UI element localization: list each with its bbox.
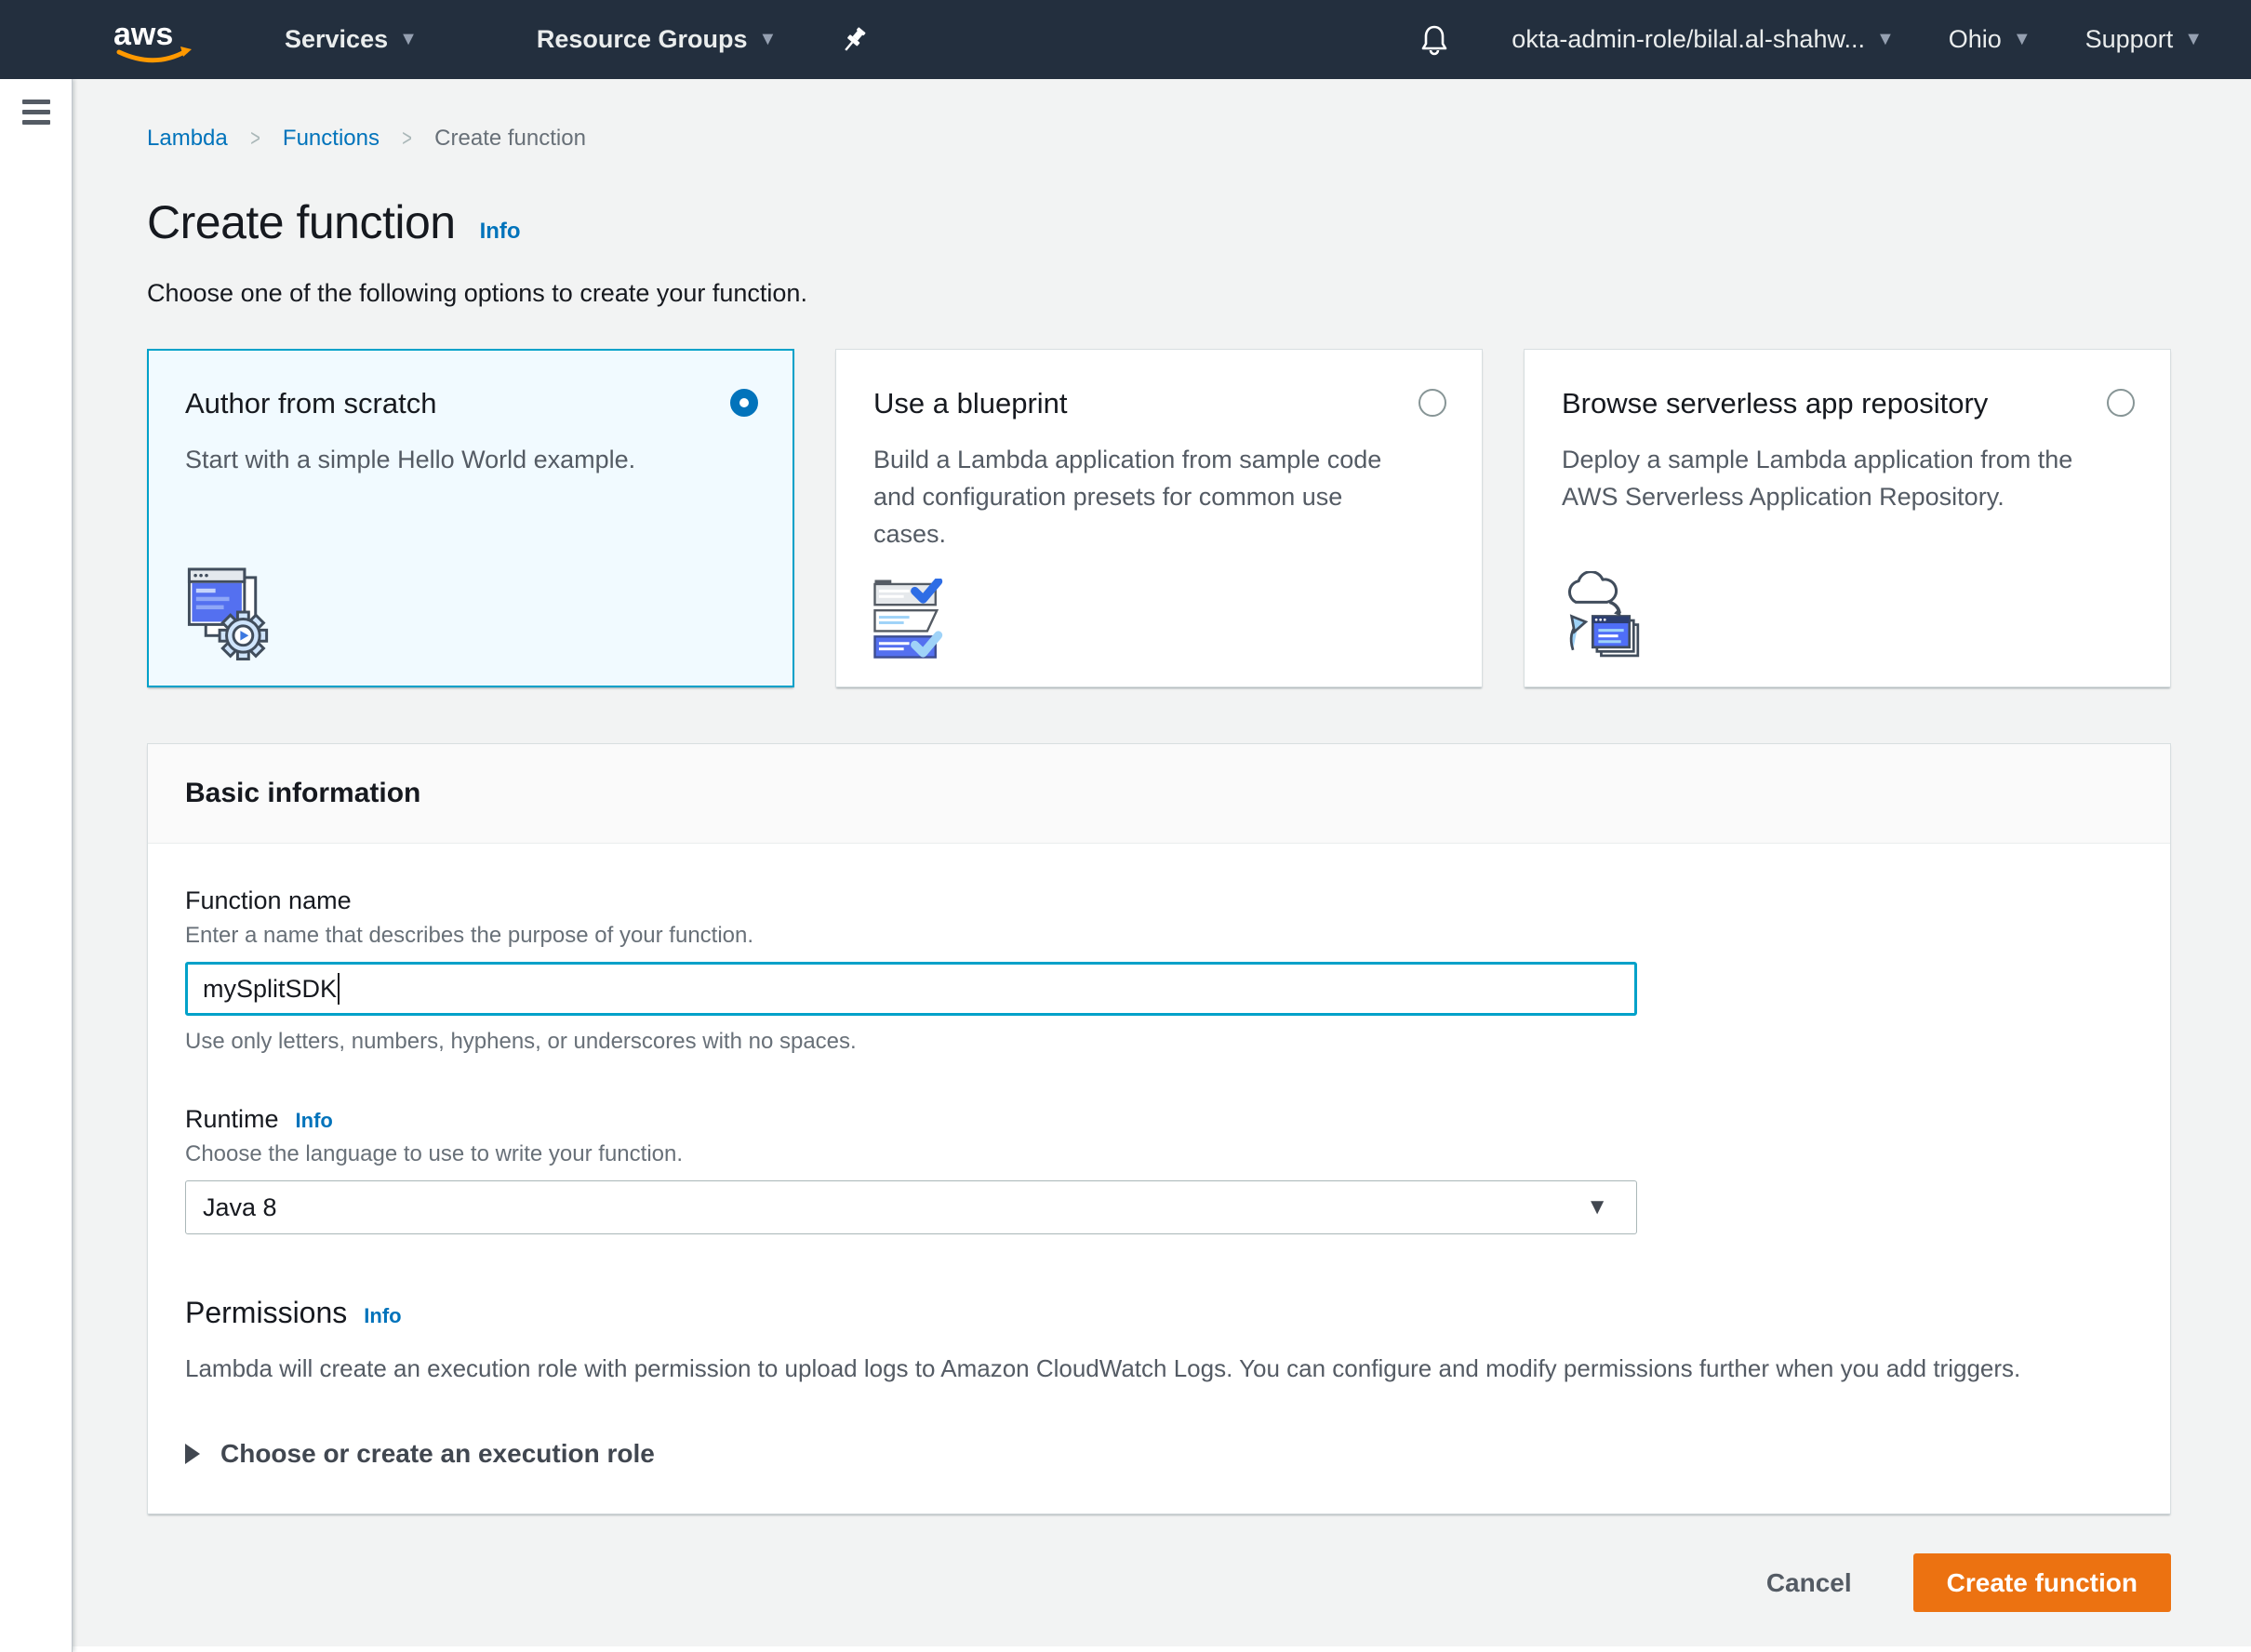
panel-title: Basic information (185, 778, 2133, 809)
card-browse-serverless-app-repository[interactable]: Browse serverless app repository Deploy … (1524, 349, 2171, 687)
page-subtitle: Choose one of the following options to c… (147, 279, 2171, 308)
permissions-description: Lambda will create an execution role wit… (185, 1354, 2133, 1383)
nav-account-menu[interactable]: okta-admin-role/bilal.al-shahw... ▼ (1512, 25, 1894, 54)
permissions-info-link[interactable]: Info (364, 1304, 401, 1328)
panel-header: Basic information (148, 744, 2170, 844)
text-cursor (338, 973, 340, 1005)
function-name-value: mySplitSDK (203, 975, 337, 1004)
nav-right-group: okta-admin-role/bilal.al-shahw... ▼ Ohio… (1419, 23, 2203, 57)
expander-arrow-icon (185, 1444, 200, 1464)
radio-author-from-scratch[interactable] (730, 389, 758, 417)
page-title: Create function (147, 195, 456, 249)
nav-support-label: Support (2085, 25, 2174, 54)
radio-browse-serverless-app-repository[interactable] (2107, 389, 2135, 417)
runtime-info-link[interactable]: Info (296, 1109, 333, 1133)
breadcrumb-lambda[interactable]: Lambda (147, 126, 228, 152)
aws-logo-icon[interactable]: aws (110, 13, 199, 67)
nav-services[interactable]: Services ▼ (285, 25, 418, 54)
execution-role-expander[interactable]: Choose or create an execution role (185, 1439, 2133, 1469)
chevron-down-icon: ▼ (399, 29, 418, 50)
footer-actions: Cancel Create function (147, 1553, 2171, 1612)
runtime-select[interactable]: Java 8 ▼ (185, 1180, 1637, 1234)
runtime-block: Runtime Info Choose the language to use … (185, 1105, 2133, 1234)
title-info-link[interactable]: Info (480, 219, 521, 245)
top-navigation-bar: aws Services ▼ Resource Groups ▼ (0, 0, 2251, 79)
card-description: Deploy a sample Lambda application from … (1562, 441, 2083, 515)
chevron-down-icon: ▼ (1876, 29, 1895, 50)
main-content: Lambda > Functions > Create function Cre… (73, 79, 2251, 1646)
permissions-label: Permissions (185, 1296, 347, 1330)
hamburger-menu-icon[interactable] (22, 100, 50, 125)
function-name-help: Enter a name that describes the purpose … (185, 923, 2133, 949)
radio-use-a-blueprint[interactable] (1419, 389, 1446, 417)
expander-label: Choose or create an execution role (220, 1439, 655, 1469)
pin-icon[interactable] (838, 24, 870, 56)
permissions-block: Permissions Info Lambda will create an e… (185, 1296, 2133, 1383)
chevron-down-icon: ▼ (2013, 29, 2031, 50)
creation-option-cards: Author from scratch Start with a simple … (147, 349, 2171, 687)
breadcrumb: Lambda > Functions > Create function (147, 124, 2171, 153)
breadcrumb-current: Create function (434, 126, 586, 152)
runtime-selected-value: Java 8 (203, 1193, 277, 1222)
nav-resource-groups-label: Resource Groups (537, 25, 748, 54)
runtime-label: Runtime (185, 1105, 279, 1134)
breadcrumb-separator-icon: > (402, 124, 412, 153)
nav-support-menu[interactable]: Support ▼ (2085, 25, 2203, 54)
author-from-scratch-icon (186, 566, 275, 663)
function-name-label: Function name (185, 886, 2133, 915)
card-title: Author from scratch (185, 387, 436, 420)
card-description: Build a Lambda application from sample c… (873, 441, 1394, 553)
card-title: Browse serverless app repository (1562, 387, 1988, 420)
panel-body: Function name Enter a name that describe… (148, 844, 2170, 1513)
basic-information-panel: Basic information Function name Enter a … (147, 743, 2171, 1514)
card-title: Use a blueprint (873, 387, 1068, 420)
nav-region-label: Ohio (1949, 25, 2002, 54)
notifications-bell-icon[interactable] (1419, 23, 1450, 57)
function-name-input[interactable]: mySplitSDK (185, 962, 1637, 1016)
function-name-constraint: Use only letters, numbers, hyphens, or u… (185, 1029, 2133, 1055)
chevron-down-icon: ▼ (758, 29, 777, 50)
chevron-down-icon: ▼ (2184, 29, 2203, 50)
nav-account-label: okta-admin-role/bilal.al-shahw... (1512, 25, 1865, 54)
card-author-from-scratch[interactable]: Author from scratch Start with a simple … (147, 349, 794, 687)
select-caret-icon: ▼ (1586, 1194, 1608, 1220)
runtime-help: Choose the language to use to write your… (185, 1141, 2133, 1167)
breadcrumb-functions[interactable]: Functions (283, 126, 380, 152)
card-description: Start with a simple Hello World example. (185, 441, 706, 478)
cancel-button[interactable]: Cancel (1766, 1568, 1852, 1598)
nav-resource-groups[interactable]: Resource Groups ▼ (537, 25, 777, 54)
breadcrumb-separator-icon: > (250, 124, 260, 153)
svg-text:aws: aws (113, 17, 173, 52)
blueprint-icon (873, 579, 959, 664)
serverless-app-repository-icon (1562, 571, 1655, 664)
title-bar: Create function Info (147, 195, 2171, 249)
card-use-a-blueprint[interactable]: Use a blueprint Build a Lambda applicati… (835, 349, 1483, 687)
nav-services-label: Services (285, 25, 388, 54)
left-rail (0, 79, 73, 1652)
create-function-page: aws Services ▼ Resource Groups ▼ (0, 0, 2251, 1652)
nav-region-menu[interactable]: Ohio ▼ (1949, 25, 2031, 54)
create-function-button[interactable]: Create function (1913, 1553, 2171, 1612)
